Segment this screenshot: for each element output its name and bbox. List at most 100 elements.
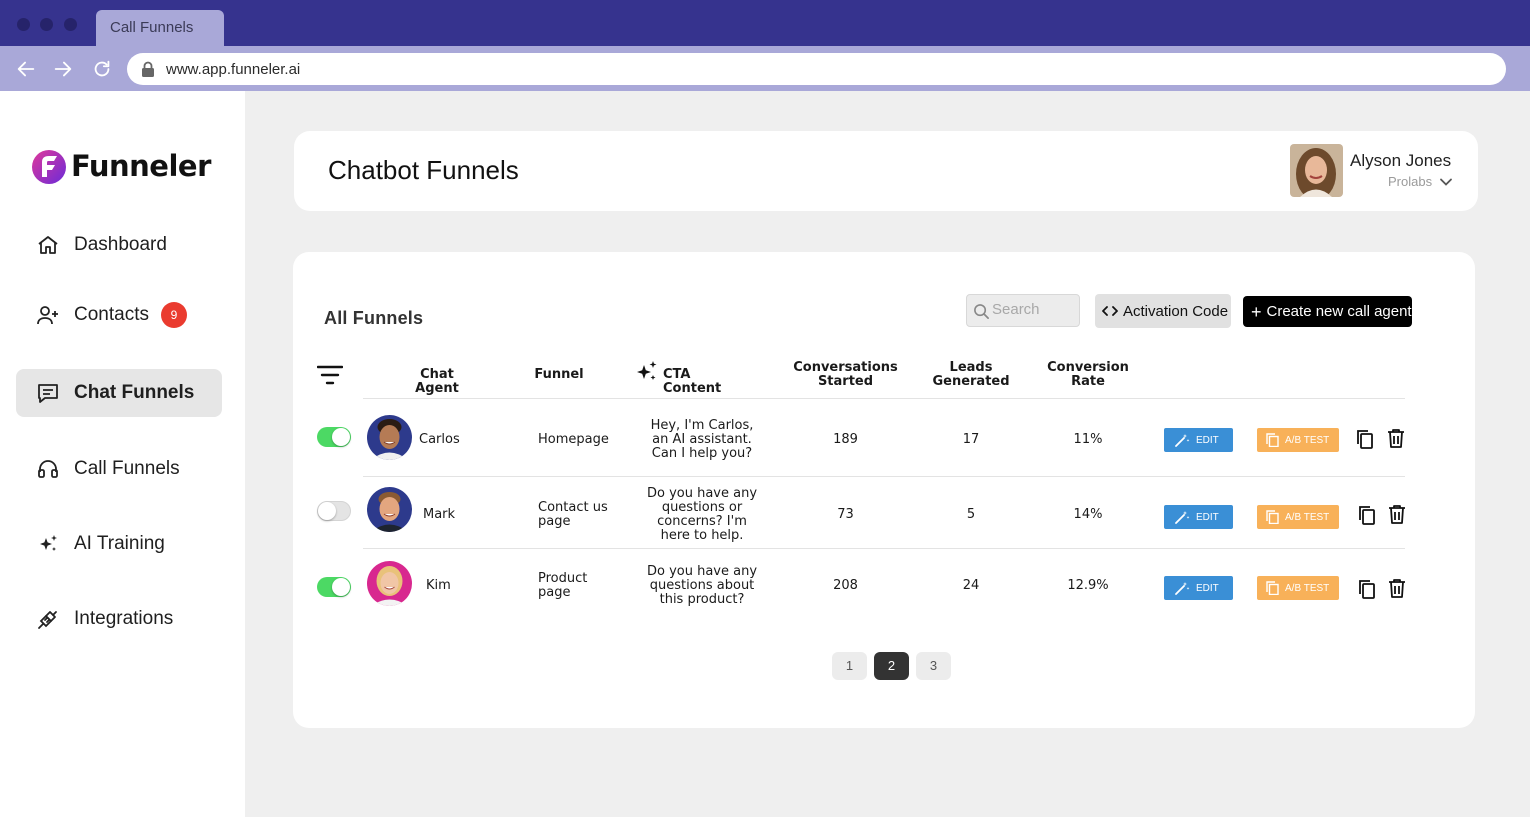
funnel-name-line1: Contact us: [538, 500, 608, 515]
page-title: Chatbot Funnels: [328, 155, 519, 185]
forward-arrow-icon[interactable]: [52, 58, 74, 80]
sidebar-item-ai-training[interactable]: AI Training: [16, 520, 222, 568]
conversations-started: 208: [833, 578, 858, 593]
address-bar[interactable]: www.app.funneler.ai: [127, 53, 1506, 85]
edit-label: EDIT: [1196, 511, 1219, 523]
sidebar-item-dashboard[interactable]: Dashboard: [16, 221, 222, 269]
column-header-conversations[interactable]: Conversations Started: [793, 361, 898, 389]
user-avatar[interactable]: [1290, 144, 1343, 197]
sidebar-item-label: Dashboard: [74, 234, 167, 255]
funnel-name-line1: Product: [538, 571, 588, 586]
column-header-conversations-line1: Conversations: [793, 360, 898, 375]
funnel-name-line2: page: [538, 514, 571, 529]
funnel-toggle[interactable]: [317, 501, 351, 521]
user-name[interactable]: Alyson Jones: [1350, 151, 1451, 171]
agent-name: Carlos: [419, 432, 460, 447]
magic-wand-icon: [1175, 582, 1190, 595]
funneler-logo[interactable]: Funneler: [30, 146, 211, 186]
ab-test-button[interactable]: A/B TEST: [1257, 428, 1339, 452]
ab-test-button[interactable]: A/B TEST: [1257, 576, 1339, 600]
sidebar-item-call-funnels[interactable]: Call Funnels: [16, 445, 222, 493]
duplicate-icon[interactable]: [1355, 429, 1375, 449]
sparkles-icon: [637, 361, 657, 380]
sidebar-item-label: Call Funnels: [74, 458, 180, 479]
cta-content: Hey, I'm Carlos, an AI assistant. Can I …: [632, 419, 772, 461]
sidebar-item-label: Contacts: [74, 304, 149, 325]
cta-content-line2: questions or: [661, 500, 743, 515]
funnel-name-line1: Homepage: [538, 432, 609, 447]
sidebar-item-contacts[interactable]: Contacts 9: [16, 291, 222, 339]
column-header-agent[interactable]: Chat Agent: [397, 368, 477, 396]
copy-icon: [1266, 510, 1279, 524]
funnel-name: Product page: [538, 572, 587, 600]
chevron-down-icon[interactable]: [1439, 175, 1453, 189]
conversion-rate: 12.9%: [1067, 578, 1109, 593]
page-button-1[interactable]: 1: [832, 652, 867, 680]
column-header-conversion-line1: Conversion: [1047, 360, 1129, 375]
contacts-count-badge: 9: [161, 302, 187, 328]
cta-content-line3: this product?: [659, 592, 745, 607]
window-minimize-dot[interactable]: [40, 18, 53, 31]
duplicate-icon[interactable]: [1357, 505, 1377, 525]
edit-label: EDIT: [1196, 582, 1219, 594]
page-header: Chatbot Funnels Alyson Jones Prolabs: [294, 131, 1478, 211]
column-header-conversion[interactable]: Conversion Rate: [1043, 361, 1133, 389]
edit-button[interactable]: EDIT: [1164, 505, 1233, 529]
user-organization: Prolabs: [1388, 174, 1433, 189]
sidebar: Funneler Dashboard Contacts 9 Chat Funne…: [0, 91, 245, 817]
reload-icon[interactable]: [91, 58, 113, 80]
copy-icon: [1266, 581, 1279, 595]
funnel-toggle[interactable]: [317, 427, 351, 447]
conversion-rate: 11%: [1073, 432, 1103, 447]
edit-button[interactable]: EDIT: [1164, 576, 1233, 600]
funnel-toggle[interactable]: [317, 577, 351, 597]
column-header-leads[interactable]: Leads Generated: [926, 361, 1016, 389]
trash-icon[interactable]: [1386, 428, 1406, 448]
page-button-2[interactable]: 2: [874, 652, 909, 680]
search-input[interactable]: [992, 301, 1077, 318]
cta-content-line1: Do you have any: [646, 564, 758, 579]
sidebar-item-chat-funnels[interactable]: Chat Funnels: [16, 369, 222, 417]
cta-content-line2: questions about: [649, 578, 755, 593]
magic-wand-icon: [1175, 511, 1190, 524]
ab-test-label: A/B TEST: [1285, 511, 1330, 523]
ab-test-button[interactable]: A/B TEST: [1257, 505, 1339, 529]
conversations-started: 189: [833, 432, 858, 447]
ab-test-label: A/B TEST: [1285, 582, 1330, 594]
plus-icon: +: [1251, 301, 1262, 322]
home-icon: [38, 236, 58, 254]
agent-avatar: [367, 487, 412, 532]
url-text: www.app.funneler.ai: [166, 61, 301, 78]
duplicate-icon[interactable]: [1357, 579, 1377, 599]
search-field[interactable]: [966, 294, 1080, 327]
back-arrow-icon[interactable]: [15, 58, 37, 80]
add-user-icon: [37, 306, 58, 325]
browser-toolbar: www.app.funneler.ai: [0, 46, 1530, 91]
column-header-cta[interactable]: CTA Content: [663, 368, 743, 396]
trash-icon[interactable]: [1387, 504, 1407, 524]
page-button-3[interactable]: 3: [916, 652, 951, 680]
cta-content-line1: Do you have any: [646, 486, 758, 501]
plug-icon: [38, 611, 57, 629]
funneler-logo-icon: [32, 150, 66, 184]
trash-icon[interactable]: [1387, 578, 1407, 598]
create-call-agent-button[interactable]: + Create new call agent: [1243, 296, 1412, 327]
window-maximize-dot[interactable]: [64, 18, 77, 31]
browser-tab[interactable]: Call Funnels: [96, 10, 224, 46]
cta-content-line3: Can I help you?: [651, 446, 753, 461]
agent-name: Kim: [426, 578, 451, 593]
column-header-funnel[interactable]: Funnel: [529, 368, 589, 382]
cta-content-line2: an AI assistant.: [652, 432, 752, 447]
funnel-name: Homepage: [538, 433, 609, 447]
ab-test-label: A/B TEST: [1285, 434, 1330, 446]
chat-icon: [38, 384, 58, 403]
sidebar-item-label: Integrations: [74, 608, 174, 629]
window-close-dot[interactable]: [17, 18, 30, 31]
row-divider: [363, 548, 1405, 549]
edit-button[interactable]: EDIT: [1164, 428, 1233, 452]
sidebar-item-integrations[interactable]: Integrations: [16, 595, 222, 643]
activation-code-button[interactable]: Activation Code: [1095, 294, 1231, 328]
column-header-leads-line2: Generated: [932, 374, 1010, 389]
filter-icon[interactable]: [317, 365, 343, 385]
agent-name: Mark: [423, 507, 456, 522]
